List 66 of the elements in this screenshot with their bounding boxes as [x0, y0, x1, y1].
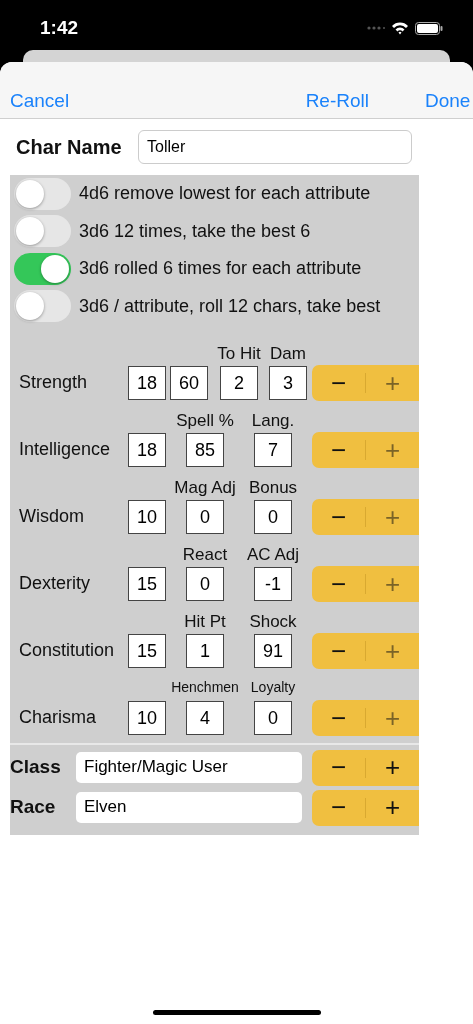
column-header: Dam [270, 344, 306, 365]
decrement-button[interactable]: − [312, 633, 365, 669]
decrement-button[interactable]: − [312, 432, 365, 468]
text-field[interactable]: Fighter/Magic User [76, 751, 302, 783]
decrement-button[interactable]: − [312, 566, 365, 602]
decrement-button[interactable]: − [312, 365, 365, 401]
decrement-button[interactable]: − [312, 700, 365, 736]
increment-button[interactable]: + [366, 749, 419, 786]
toggle-switch[interactable] [14, 290, 71, 323]
value-box: -1 [254, 567, 292, 601]
value-box: 60 [170, 366, 208, 400]
value-box: 10 [128, 701, 166, 735]
column-header: Bonus [248, 478, 298, 499]
text-field[interactable]: Elven [76, 791, 302, 823]
value-box: 85 [186, 433, 224, 467]
column-header: Lang. [251, 411, 295, 432]
value-box: 15 [128, 567, 166, 601]
value-box: 18 [128, 366, 166, 400]
column-header: To Hit [217, 344, 261, 365]
value-box: 15 [128, 634, 166, 668]
value-box: 18 [128, 433, 166, 467]
column-header: AC Adj [247, 545, 299, 566]
method-label: 3d6 / attribute, roll 12 chars, take best [79, 295, 381, 317]
column-header: Loyalty [250, 679, 296, 697]
method-label: 3d6 rolled 6 times for each attribute [79, 258, 362, 280]
toggle-switch[interactable] [14, 177, 71, 210]
value-box: 0 [254, 701, 292, 735]
value-box: 2 [220, 366, 258, 400]
decrement-button[interactable]: − [312, 789, 365, 826]
picker-label: Race [10, 796, 57, 818]
value-box: 1 [186, 634, 224, 668]
char-name-label: Char Name [16, 135, 123, 159]
attribute-name: Constitution [18, 639, 116, 662]
toggle-switch[interactable] [14, 215, 71, 248]
attribute-name: Dexterity [18, 572, 91, 595]
value-box: 10 [128, 500, 166, 534]
toggle-switch[interactable] [14, 252, 71, 285]
value-box: 3 [269, 366, 307, 400]
decrement-button[interactable]: − [312, 749, 365, 786]
value-box: 91 [254, 634, 292, 668]
decrement-button[interactable]: − [312, 499, 365, 535]
attribute-name: Wisdom [18, 505, 85, 528]
value-box: 0 [254, 500, 292, 534]
wifi-icon [391, 21, 409, 35]
attribute-name: Intelligence [18, 438, 112, 461]
value-box: 0 [186, 500, 224, 534]
value-box: 7 [254, 433, 292, 467]
status-time: 1:42 [40, 17, 79, 39]
battery-icon [415, 21, 443, 35]
value-box: 4 [186, 701, 224, 735]
attribute-name: Charisma [18, 706, 98, 729]
column-header: Shock [249, 612, 297, 633]
signal-icon [367, 25, 385, 31]
attribute-name: Strength [18, 371, 89, 394]
cancel-button[interactable]: Cancel [10, 90, 70, 112]
column-header: Henchmen [171, 679, 239, 697]
method-label: 4d6 remove lowest for each attribute [79, 183, 371, 205]
column-header: Spell % [176, 411, 234, 432]
char-name-field[interactable]: Toller [138, 130, 412, 164]
column-header: React [182, 545, 228, 566]
increment-button[interactable]: + [366, 789, 419, 826]
method-label: 3d6 12 times, take the best 6 [79, 220, 311, 242]
column-header: Hit Pt [184, 612, 226, 633]
value-box: 0 [186, 567, 224, 601]
column-header: Mag Adj [174, 478, 236, 499]
picker-label: Class [10, 756, 62, 778]
